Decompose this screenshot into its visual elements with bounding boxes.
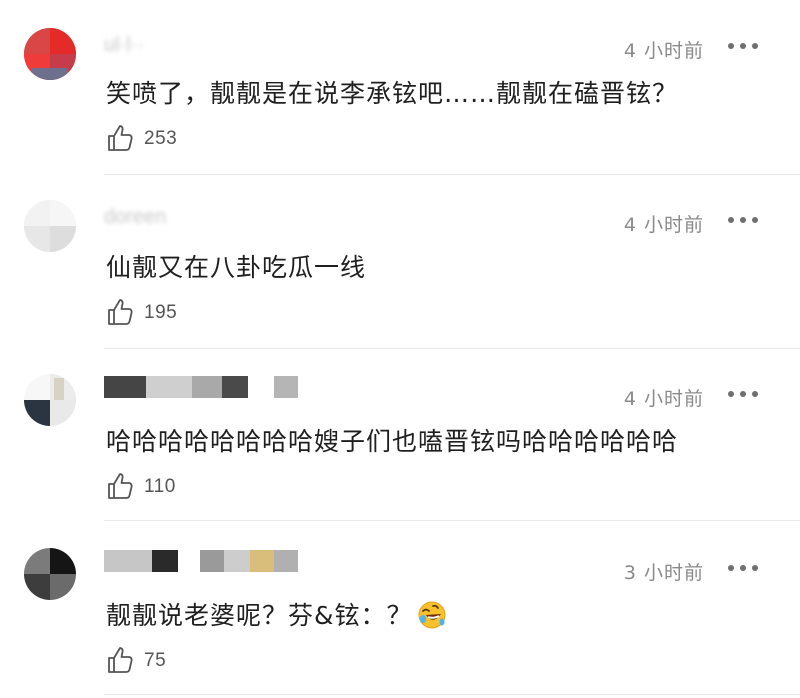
comment-item: 3 小时前 靓靓说老婆呢？芬&铉：？ 75 bbox=[0, 0, 800, 698]
more-options-icon[interactable] bbox=[728, 565, 758, 573]
rolling-on-floor-laughing-icon bbox=[418, 601, 445, 629]
comment-list: ul·l·· 4 小时前 笑喷了，靓靓是在说李承铉吧……靓靓在磕晋铉？ 253 … bbox=[0, 0, 800, 698]
like-count: 75 bbox=[144, 650, 167, 671]
divider bbox=[104, 694, 800, 695]
comment-text: 靓靓说老婆呢？芬&铉：？ bbox=[106, 596, 447, 632]
timestamp: 3 小时前 bbox=[623, 562, 704, 584]
thumbs-up-icon bbox=[108, 647, 133, 673]
comment-text-content: 靓靓说老婆呢？芬&铉：？ bbox=[106, 601, 413, 630]
avatar[interactable] bbox=[24, 548, 76, 600]
username-blurred[interactable] bbox=[104, 550, 314, 574]
